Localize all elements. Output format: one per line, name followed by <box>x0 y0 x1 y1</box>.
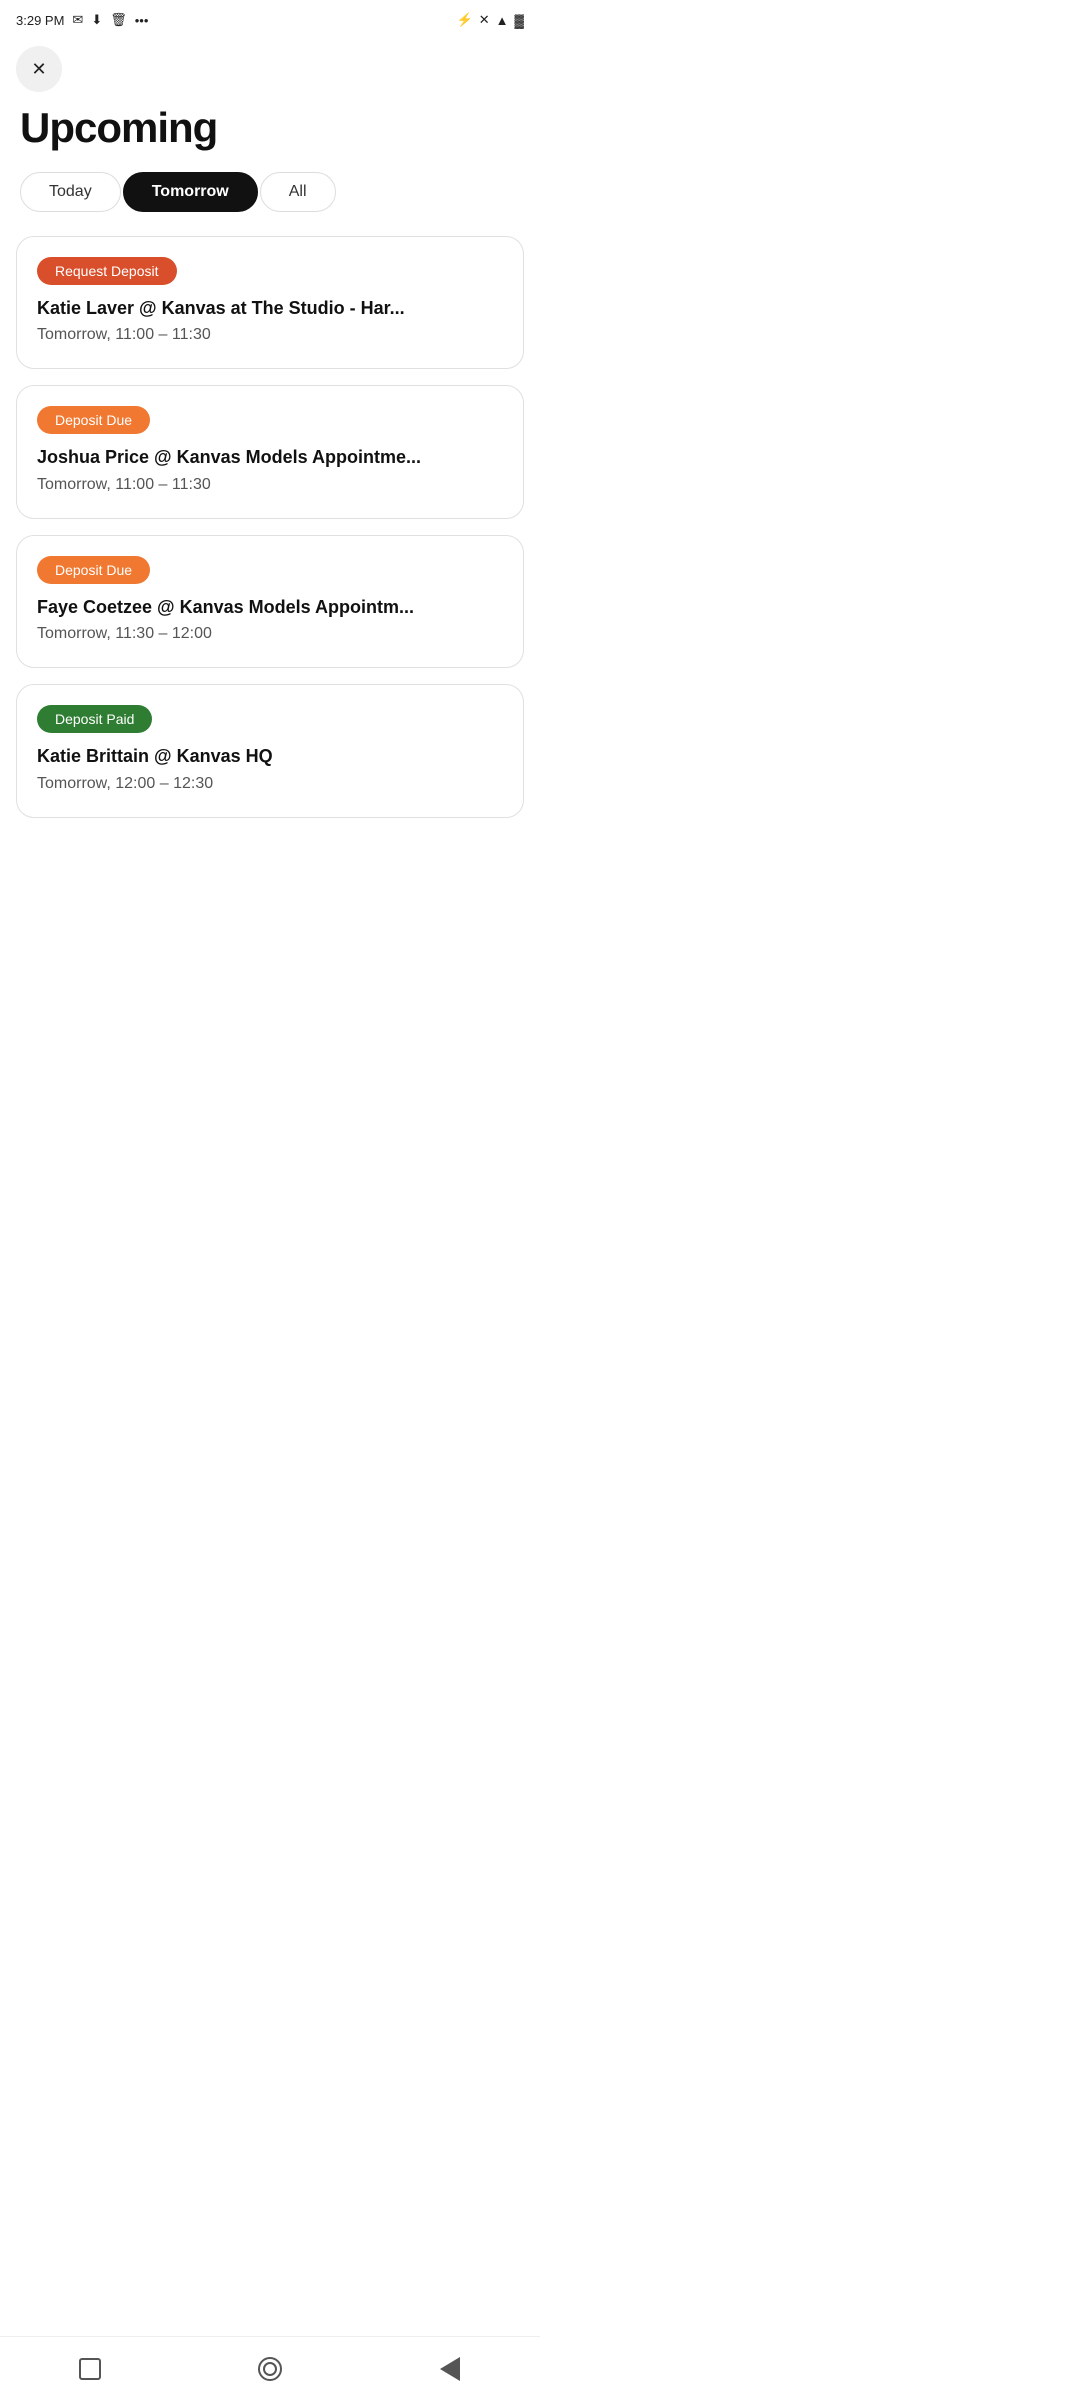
status-time: 3:29 PM <box>16 13 64 28</box>
appointment-card-2[interactable]: Deposit Due Joshua Price @ Kanvas Models… <box>16 385 524 518</box>
close-icon: ✕ <box>31 59 46 80</box>
appointment-card-4[interactable]: Deposit Paid Katie Brittain @ Kanvas HQ … <box>16 684 524 817</box>
battery-icon: ▓ <box>515 13 524 28</box>
bluetooth-icon: ⚡ <box>457 12 473 28</box>
triangle-icon <box>440 2357 460 2381</box>
tab-today[interactable]: Today <box>20 172 121 212</box>
badge-deposit-paid: Deposit Paid <box>37 705 152 733</box>
card-title-2: Joshua Price @ Kanvas Models Appointme..… <box>37 446 503 469</box>
cards-list: Request Deposit Katie Laver @ Kanvas at … <box>0 236 540 818</box>
card-time-2: Tomorrow, 11:00 – 11:30 <box>37 476 503 494</box>
appointment-card-1[interactable]: Request Deposit Katie Laver @ Kanvas at … <box>16 236 524 369</box>
download-icon: ⬇ <box>91 12 102 28</box>
card-time-3: Tomorrow, 11:30 – 12:00 <box>37 625 503 643</box>
card-title-4: Katie Brittain @ Kanvas HQ <box>37 745 503 768</box>
nav-back-button[interactable] <box>434 2353 466 2385</box>
nav-square-button[interactable] <box>74 2353 106 2385</box>
close-button[interactable]: ✕ <box>16 46 62 92</box>
card-time-1: Tomorrow, 11:00 – 11:30 <box>37 326 503 344</box>
square-icon <box>79 2358 101 2380</box>
card-title-1: Katie Laver @ Kanvas at The Studio - Har… <box>37 297 503 320</box>
card-time-4: Tomorrow, 12:00 – 12:30 <box>37 775 503 793</box>
badge-request-deposit: Request Deposit <box>37 257 177 285</box>
wifi-icon: ▲ <box>496 13 509 28</box>
bottom-nav <box>0 2336 540 2400</box>
status-right: ⚡ ✕ ▲ ▓ <box>457 12 524 28</box>
close-x-icon: ✕ <box>479 12 490 28</box>
more-icon: ••• <box>135 13 149 28</box>
page-title: Upcoming <box>0 100 540 172</box>
status-left: 3:29 PM ✉ ⬇ 🗑 ••• <box>16 12 148 28</box>
trash-icon: 🗑 <box>110 12 127 28</box>
tab-tomorrow[interactable]: Tomorrow <box>123 172 258 212</box>
badge-deposit-due-1: Deposit Due <box>37 406 150 434</box>
badge-deposit-due-2: Deposit Due <box>37 556 150 584</box>
nav-home-button[interactable] <box>254 2353 286 2385</box>
mail-icon: ✉ <box>72 12 83 28</box>
status-bar: 3:29 PM ✉ ⬇ 🗑 ••• ⚡ ✕ ▲ ▓ <box>0 0 540 36</box>
tab-group: Today Tomorrow All <box>0 172 540 236</box>
card-title-3: Faye Coetzee @ Kanvas Models Appointm... <box>37 596 503 619</box>
appointment-card-3[interactable]: Deposit Due Faye Coetzee @ Kanvas Models… <box>16 535 524 668</box>
tab-all[interactable]: All <box>260 172 336 212</box>
circle-icon <box>258 2357 282 2381</box>
